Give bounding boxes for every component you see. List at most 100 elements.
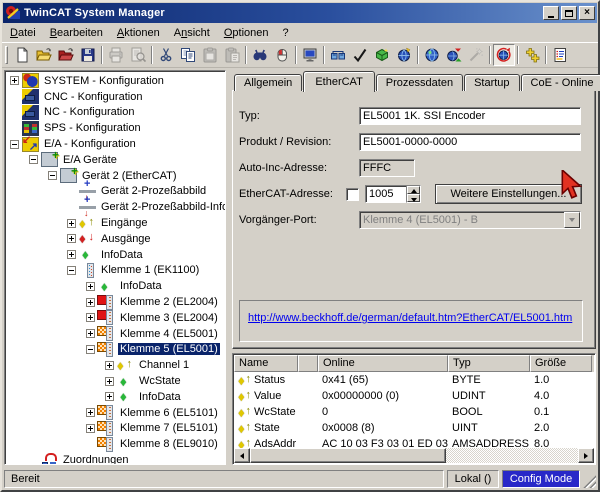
tab-ethercat[interactable]: EtherCAT [303, 71, 374, 92]
ethercat-adresse-checkbox[interactable] [346, 188, 359, 201]
print-preview-button[interactable] [127, 44, 149, 66]
tab-allgemein[interactable]: Allgemein [234, 74, 302, 91]
tree-item-e-a-konfiguration[interactable]: E/A - Konfiguration [6, 136, 225, 152]
properties-list-button[interactable] [549, 44, 571, 66]
tab-startup[interactable]: Startup [464, 74, 519, 91]
paste-special-button[interactable] [221, 44, 243, 66]
collapse-minus-icon[interactable] [67, 266, 76, 275]
expand-plus-icon[interactable] [105, 361, 114, 370]
expand-plus-icon[interactable] [86, 313, 95, 322]
expand-plus-icon[interactable] [86, 329, 95, 338]
expand-plus-icon[interactable] [86, 282, 95, 291]
mouse-button[interactable] [271, 44, 293, 66]
expand-plus-icon[interactable] [67, 219, 76, 228]
tree-item-eing-nge[interactable]: Eingänge [6, 215, 225, 231]
tree-item-ger-t-2-proze-abbild-info[interactable]: Gerät 2-Prozeßabbild-Info [6, 199, 225, 215]
menu-item-datei[interactable]: Datei [3, 25, 43, 41]
expand-plus-icon[interactable] [105, 392, 114, 401]
beckhoff-documentation-link[interactable]: http://www.beckhoff.de/german/default.ht… [248, 312, 572, 324]
collapse-minus-icon[interactable] [48, 171, 57, 180]
menu-item-optionen[interactable]: Optionen [217, 25, 276, 41]
change-links-button[interactable] [443, 44, 465, 66]
check-configuration-button[interactable] [349, 44, 371, 66]
scrollbar-track[interactable] [446, 448, 578, 463]
scroll-left-button[interactable] [234, 448, 250, 463]
variable-row-adsaddr[interactable]: AdsAddrAC 10 03 F3 03 01 ED 03AMSADDRESS… [234, 436, 594, 448]
column-header-typ[interactable]: Typ [448, 355, 530, 372]
add-io-button[interactable] [521, 44, 543, 66]
reload-devices-button[interactable] [393, 44, 415, 66]
tree-item-infodata[interactable]: InfoData [6, 389, 225, 405]
menu-item-aktionen[interactable]: Aktionen [110, 25, 167, 41]
new-io-box-button[interactable] [371, 44, 393, 66]
variable-row-status[interactable]: Status0x41 (65)BYTE1.0 [234, 372, 594, 388]
wand-button[interactable] [465, 44, 487, 66]
tree-item-klemme-7-el5101[interactable]: Klemme 7 (EL5101) [6, 421, 225, 437]
expand-plus-icon[interactable] [10, 76, 19, 85]
scroll-right-button[interactable] [578, 448, 594, 463]
typ-field[interactable] [359, 107, 581, 125]
save-project-button[interactable] [77, 44, 99, 66]
tree-item-zuordnungen[interactable]: Zuordnungen [6, 452, 225, 465]
column-header-blank[interactable] [298, 355, 318, 372]
maximize-button[interactable] [561, 6, 577, 20]
tree-item-e-a-ger-te[interactable]: E/A Geräte [6, 152, 225, 168]
tree-item-infodata[interactable]: InfoData [6, 278, 225, 294]
expand-plus-icon[interactable] [86, 298, 95, 307]
open-project-button[interactable] [33, 44, 55, 66]
find-button[interactable] [249, 44, 271, 66]
resize-grip[interactable] [583, 475, 596, 488]
copy-button[interactable] [177, 44, 199, 66]
new-document-button[interactable] [11, 44, 33, 66]
expand-plus-icon[interactable] [86, 408, 95, 417]
vorgaenger-port-combobox[interactable]: Klemme 4 (EL5001) - B [359, 211, 581, 229]
tree-item-ger-t-2-ethercat[interactable]: Gerät 2 (EtherCAT) [6, 168, 225, 184]
choose-target-system-button[interactable] [299, 44, 321, 66]
expand-plus-icon[interactable] [67, 250, 76, 259]
tree-item-klemme-1-ek1100[interactable]: Klemme 1 (EK1100) [6, 263, 225, 279]
tree-item-infodata[interactable]: InfoData [6, 247, 225, 263]
tree-item-channel-1[interactable]: Channel 1 [6, 357, 225, 373]
spin-down-button[interactable] [407, 194, 420, 202]
auto-inc-adresse-field[interactable] [359, 159, 415, 177]
variable-row-state[interactable]: State0x0008 (8)UINT2.0 [234, 420, 594, 436]
expand-plus-icon[interactable] [67, 234, 76, 243]
tab-coe-online[interactable]: CoE - Online [521, 74, 600, 91]
menu-item-ansicht[interactable]: Ansicht [167, 25, 217, 41]
expand-plus-icon[interactable] [86, 424, 95, 433]
open-target-project-button[interactable] [55, 44, 77, 66]
expand-plus-icon[interactable] [105, 377, 114, 386]
menu-item-bearbeiten[interactable]: Bearbeiten [43, 25, 110, 41]
tree-item-cnc-konfiguration[interactable]: CNC - Konfiguration [6, 89, 225, 105]
collapse-minus-icon[interactable] [29, 155, 38, 164]
column-header-gr-e[interactable]: Größe [530, 355, 592, 372]
cut-button[interactable] [155, 44, 177, 66]
print-button[interactable] [105, 44, 127, 66]
produkt-revision-field[interactable] [359, 133, 581, 151]
ethercat-adresse-field[interactable] [365, 185, 406, 203]
collapse-minus-icon[interactable] [86, 345, 95, 354]
tree-item-nc-konfiguration[interactable]: NC - Konfiguration [6, 105, 225, 121]
tree-item-klemme-2-el2004[interactable]: Klemme 2 (EL2004) [6, 294, 225, 310]
scrollbar-thumb[interactable] [250, 448, 446, 463]
variable-row-value[interactable]: Value0x00000000 (0)UDINT4.0 [234, 388, 594, 404]
variable-row-wcstate[interactable]: WcState0BOOL0.1 [234, 404, 594, 420]
tree-item-klemme-4-el5001[interactable]: Klemme 4 (EL5001) [6, 326, 225, 342]
tab-prozessdaten[interactable]: Prozessdaten [376, 74, 463, 91]
tree-item-klemme-5-el5001[interactable]: Klemme 5 (EL5001) [6, 342, 225, 358]
tree-item-klemme-3-el2004[interactable]: Klemme 3 (EL2004) [6, 310, 225, 326]
tree-item-ger-t-2-proze-abbild[interactable]: Gerät 2-Prozeßabbild [6, 184, 225, 200]
tree-item-sps-konfiguration[interactable]: SPS - Konfiguration [6, 120, 225, 136]
toolbar-grip[interactable] [5, 46, 8, 64]
minimize-button[interactable] [543, 6, 559, 20]
tree-item-system-konfiguration[interactable]: SYSTEM - Konfiguration [6, 73, 225, 89]
tree-item-klemme-8-el9010[interactable]: Klemme 8 (EL9010) [6, 436, 225, 452]
column-header-name[interactable]: Name [234, 355, 298, 372]
spin-up-button[interactable] [407, 186, 420, 194]
collapse-minus-icon[interactable] [10, 140, 19, 149]
tree-item-klemme-6-el5101[interactable]: Klemme 6 (EL5101) [6, 405, 225, 421]
menu-item-[interactable]: ? [276, 25, 296, 41]
scan-devices-button[interactable] [421, 44, 443, 66]
combo-dropdown-button[interactable] [564, 212, 580, 228]
tree-item-wcstate[interactable]: WcState [6, 373, 225, 389]
